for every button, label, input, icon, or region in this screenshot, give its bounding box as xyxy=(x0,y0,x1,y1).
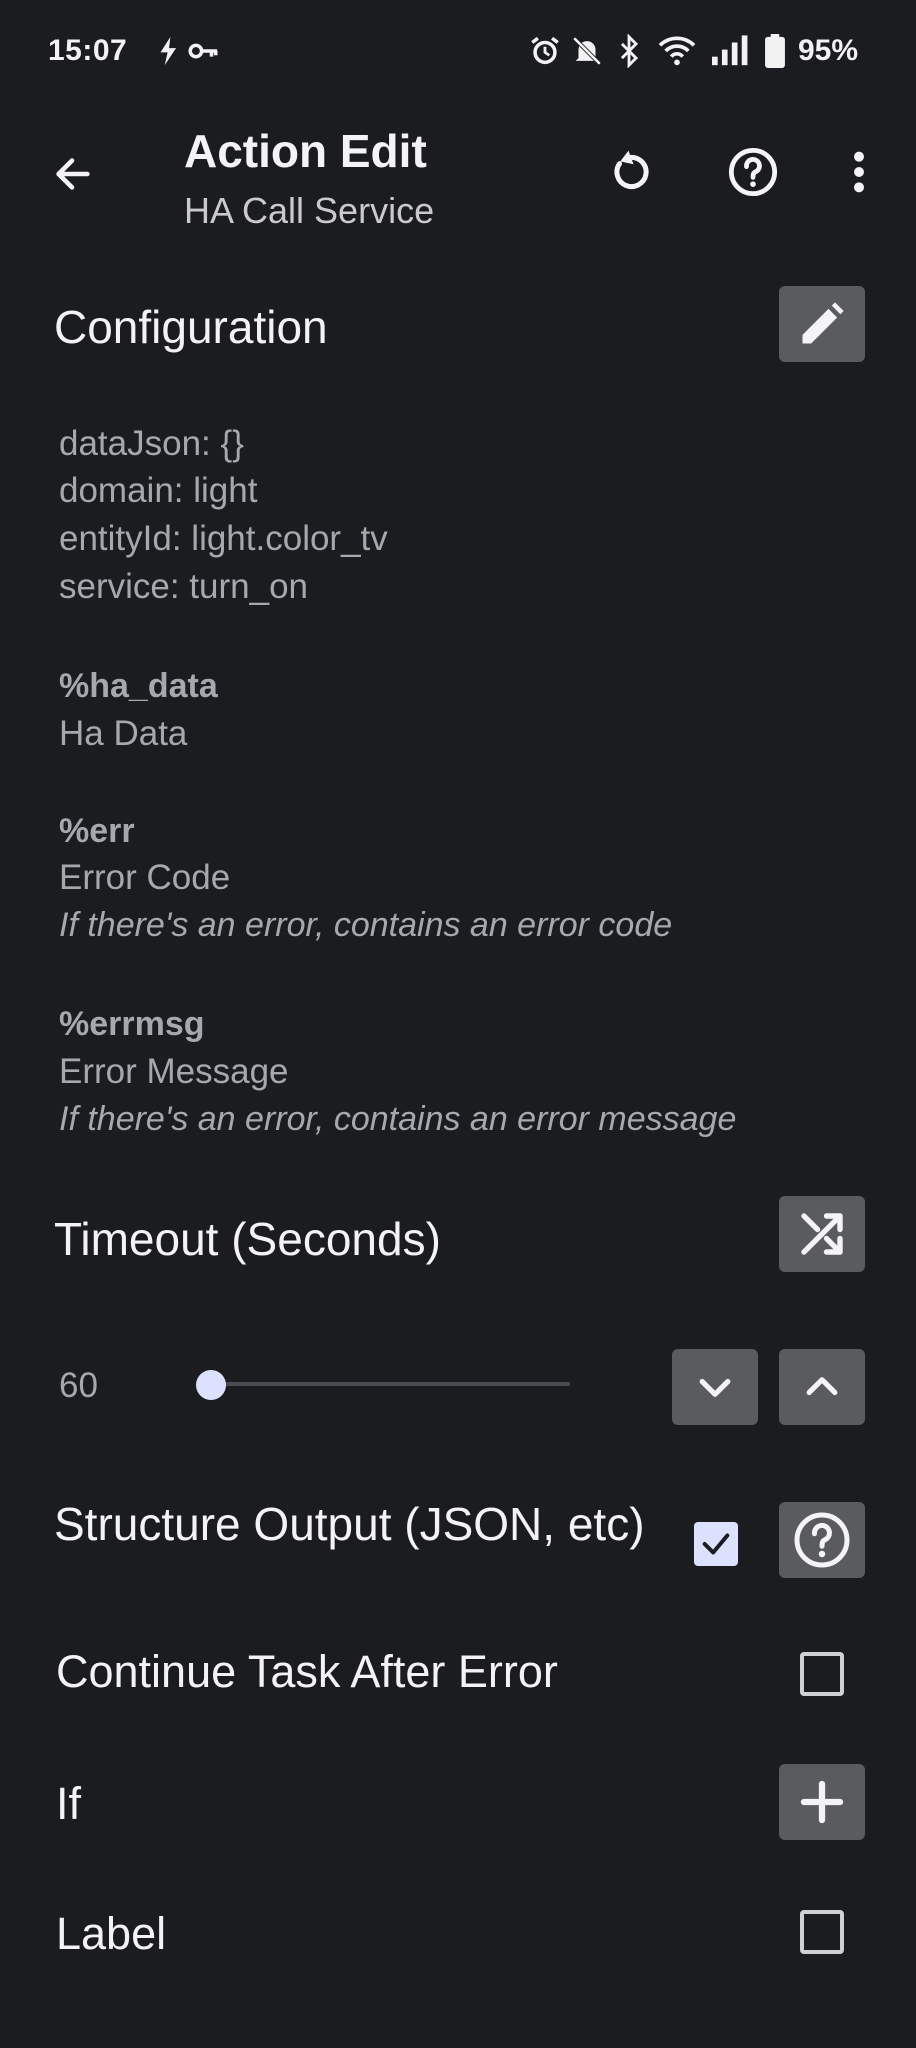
timeout-slider-track[interactable] xyxy=(210,1382,570,1386)
bluetooth-icon xyxy=(620,34,639,68)
chevron-down-icon xyxy=(699,1378,731,1397)
page-subtitle: HA Call Service xyxy=(184,190,435,231)
signal-icon xyxy=(712,35,748,66)
structure-output-checkbox[interactable] xyxy=(694,1522,738,1566)
refresh-icon xyxy=(614,150,649,190)
alarm-icon xyxy=(531,36,559,65)
timeout-decrement-button[interactable] xyxy=(672,1349,758,1425)
continue-after-error-label: Continue Task After Error xyxy=(56,1646,558,1697)
variable-desc-errmsg: If there's an error, contains an error m… xyxy=(59,1100,737,1138)
config-line-domain: domain: light xyxy=(59,471,258,510)
wifi-icon xyxy=(658,36,696,66)
add-condition-button[interactable] xyxy=(779,1764,865,1840)
battery-icon xyxy=(765,34,785,68)
timeout-value: 60 xyxy=(59,1366,98,1405)
mute-icon xyxy=(572,36,602,66)
back-button[interactable] xyxy=(42,144,102,204)
reset-button[interactable] xyxy=(601,142,661,202)
chevron-up-icon xyxy=(806,1377,838,1396)
more-options-button[interactable] xyxy=(829,142,889,202)
configuration-title: Configuration xyxy=(54,301,328,353)
variable-label-ha-data: Ha Data xyxy=(59,714,188,753)
edit-configuration-button[interactable] xyxy=(779,286,865,362)
timeout-slider-thumb[interactable] xyxy=(196,1370,226,1400)
variable-name-ha-data: %ha_data xyxy=(59,667,218,705)
help-button[interactable] xyxy=(723,142,783,202)
label-row-label: Label xyxy=(56,1908,167,1959)
status-time: 15:07 xyxy=(48,34,128,67)
flash-icon xyxy=(160,36,177,66)
config-line-service: service: turn_on xyxy=(59,567,309,606)
variable-desc-err: If there's an error, contains an error c… xyxy=(59,906,673,944)
structure-output-label: Structure Output (JSON, etc) xyxy=(54,1498,645,1550)
config-line-entityid: entityId: light.color_tv xyxy=(59,519,388,558)
arrow-back-icon xyxy=(56,158,90,190)
help-icon xyxy=(728,147,778,197)
timeout-increment-button[interactable] xyxy=(779,1349,865,1425)
structure-output-label-container: Structure Output (JSON, etc) xyxy=(54,1496,654,1588)
variable-label-err: Error Code xyxy=(59,858,231,897)
more-vert-icon xyxy=(854,151,864,193)
structure-output-help-button[interactable] xyxy=(779,1502,865,1578)
plus-icon xyxy=(800,1780,844,1824)
variable-name-errmsg: %errmsg xyxy=(59,1005,205,1043)
continue-after-error-checkbox[interactable] xyxy=(800,1652,844,1696)
timeout-title: Timeout (Seconds) xyxy=(54,1213,441,1265)
pencil-icon xyxy=(802,302,844,344)
page-title: Action Edit xyxy=(184,125,427,177)
check-icon xyxy=(702,1533,730,1555)
config-line-datajson: dataJson: {} xyxy=(59,424,244,463)
battery-level: 95% xyxy=(797,34,858,67)
if-label: If xyxy=(56,1778,82,1829)
timeout-variable-toggle-button[interactable] xyxy=(779,1196,865,1272)
help-icon xyxy=(794,1512,850,1568)
key-icon xyxy=(188,43,218,59)
label-checkbox[interactable] xyxy=(800,1910,844,1954)
variable-name-err: %err xyxy=(59,812,135,850)
shuffle-icon xyxy=(801,1213,843,1255)
variable-label-errmsg: Error Message xyxy=(59,1052,289,1091)
